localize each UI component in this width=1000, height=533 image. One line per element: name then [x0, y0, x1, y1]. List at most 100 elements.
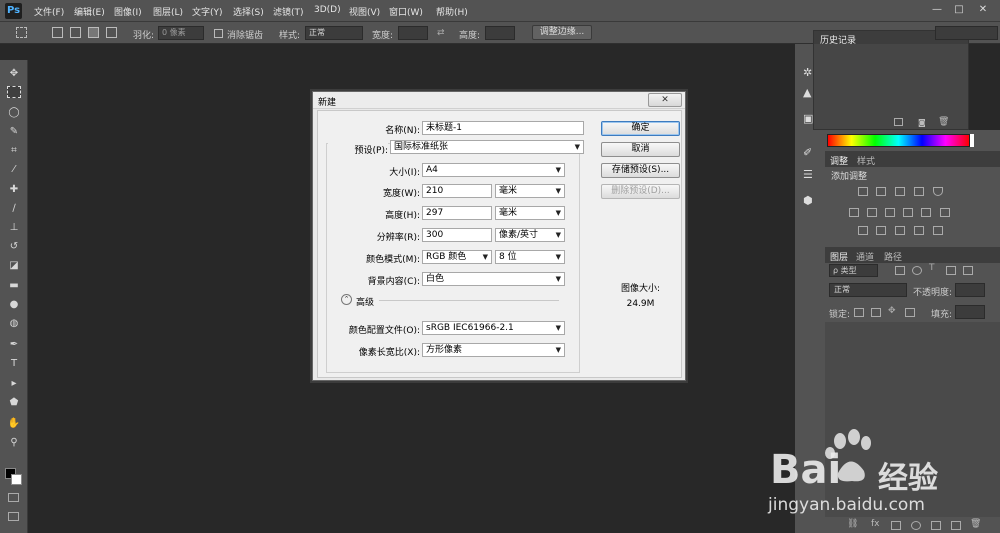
background-select[interactable]: 白色 ▼	[422, 272, 565, 286]
eraser-tool-icon[interactable]: ◪	[5, 258, 23, 274]
menu-3d[interactable]: 3D(D)	[314, 5, 341, 15]
threshold-icon[interactable]	[895, 226, 905, 235]
brush-panel-icon[interactable]: ✐	[803, 146, 812, 159]
refine-edge-button[interactable]: 调整边缘...	[532, 25, 592, 40]
filter-type-icon[interactable]: T	[929, 263, 935, 273]
gradient-tool-icon[interactable]: ▬	[5, 278, 23, 294]
brush-presets-icon[interactable]: ☰	[803, 168, 813, 181]
brush-tool-icon[interactable]: ∕	[5, 201, 23, 217]
pixel-aspect-select[interactable]: 方形像素 ▼	[422, 343, 565, 357]
hue-saturation-icon[interactable]	[849, 208, 859, 217]
snapshot-icon[interactable]: ◙	[918, 118, 926, 127]
history-brush-tool-icon[interactable]: ↺	[5, 239, 23, 255]
tab-channels[interactable]: 通道	[856, 250, 874, 263]
fill-input[interactable]	[955, 305, 985, 319]
menu-help[interactable]: 帮助(H)	[436, 5, 468, 18]
white-swatch[interactable]	[970, 134, 974, 147]
color-spectrum[interactable]	[827, 134, 970, 147]
tab-layers[interactable]: 图层	[830, 250, 848, 263]
menu-type[interactable]: 文字(Y)	[192, 5, 223, 18]
height-input[interactable]	[485, 26, 515, 40]
clone-stamp-tool-icon[interactable]: ⊥	[5, 220, 23, 236]
antialias-checkbox[interactable]	[214, 29, 223, 38]
shape-tool-icon[interactable]: ⬟	[5, 395, 23, 411]
navigator-icon[interactable]: ✲	[803, 66, 812, 79]
menu-select[interactable]: 选择(S)	[233, 5, 264, 18]
style-select[interactable]: 正常	[305, 26, 363, 40]
menu-window[interactable]: 窗口(W)	[389, 5, 423, 18]
tab-paths[interactable]: 路径	[884, 250, 902, 263]
exposure-icon[interactable]	[914, 187, 924, 196]
hand-tool-icon[interactable]: ✋	[5, 416, 23, 432]
menu-image[interactable]: 图像(I)	[114, 5, 142, 18]
pen-tool-icon[interactable]: ✒	[5, 337, 23, 353]
healing-brush-tool-icon[interactable]: ✚	[5, 182, 23, 198]
move-tool-icon[interactable]: ✥	[5, 66, 23, 82]
crop-tool-icon[interactable]: ⌗	[5, 143, 23, 159]
close-window-button[interactable]: ✕	[976, 4, 990, 16]
filter-shape-icon[interactable]	[946, 266, 956, 275]
color-profile-select[interactable]: sRGB IEC61966-2.1 ▼	[422, 321, 565, 335]
ok-button[interactable]: 确定	[601, 121, 680, 136]
brightness-icon[interactable]	[858, 187, 868, 196]
height-unit-select[interactable]: 毫米 ▼	[495, 206, 565, 220]
color-balance-icon[interactable]	[867, 208, 877, 217]
info-icon[interactable]: ▣	[803, 112, 813, 125]
size-select[interactable]: A4 ▼	[422, 163, 565, 177]
width-input[interactable]	[398, 26, 428, 40]
feather-input[interactable]: 0 像素	[158, 26, 204, 40]
gradient-map-icon[interactable]	[933, 226, 943, 235]
color-lookup-icon[interactable]	[940, 208, 950, 217]
levels-icon[interactable]	[876, 187, 886, 196]
workspace-switcher[interactable]	[935, 26, 998, 40]
path-select-tool-icon[interactable]: ▸	[5, 376, 23, 392]
blend-mode-select[interactable]: 正常	[829, 283, 907, 297]
menu-layer[interactable]: 图层(L)	[153, 5, 183, 18]
menu-filter[interactable]: 滤镜(T)	[273, 5, 304, 18]
menu-file[interactable]: 文件(F)	[34, 5, 64, 18]
curves-icon[interactable]	[895, 187, 905, 196]
resolution-input[interactable]: 300	[422, 228, 492, 242]
eyedropper-tool-icon[interactable]: ⁄	[5, 162, 23, 178]
color-mode-select[interactable]: RGB 颜色 ▼	[422, 250, 492, 264]
screen-mode-icon[interactable]	[8, 512, 19, 521]
swap-icon[interactable]: ⇄	[437, 28, 445, 38]
lock-image-icon[interactable]	[871, 308, 881, 317]
minimize-button[interactable]: —	[930, 4, 944, 16]
vibrance-icon[interactable]	[933, 187, 943, 196]
width-input[interactable]: 210	[422, 184, 492, 198]
advanced-toggle-icon[interactable]: ⌃	[341, 294, 352, 305]
dodge-tool-icon[interactable]: ◍	[5, 316, 23, 332]
marquee-tool-preset-icon[interactable]	[16, 27, 27, 38]
tab-adjustments[interactable]: 调整	[830, 154, 848, 167]
lasso-tool-icon[interactable]: ◯	[5, 105, 23, 121]
delete-state-icon[interactable]: 🗑	[938, 117, 949, 127]
photo-filter-icon[interactable]	[903, 208, 913, 217]
type-tool-icon[interactable]: T	[5, 356, 23, 372]
lock-all-icon[interactable]	[905, 308, 915, 317]
filter-adjustment-icon[interactable]	[912, 266, 922, 275]
tab-styles[interactable]: 样式	[857, 154, 875, 167]
add-selection-icon[interactable]	[70, 27, 81, 38]
selective-color-icon[interactable]	[914, 226, 924, 235]
name-input[interactable]: 未标题-1	[422, 121, 584, 135]
new-doc-from-state-icon[interactable]	[894, 118, 903, 126]
blur-tool-icon[interactable]: ●	[5, 297, 23, 313]
histogram-icon[interactable]: ▲	[803, 86, 811, 99]
menu-view[interactable]: 视图(V)	[349, 5, 380, 18]
dialog-close-button[interactable]: ✕	[648, 93, 682, 107]
menu-edit[interactable]: 编辑(E)	[74, 5, 105, 18]
quick-mask-icon[interactable]	[8, 493, 19, 502]
subtract-selection-icon[interactable]	[88, 27, 99, 38]
filter-smart-icon[interactable]	[963, 266, 973, 275]
preset-select[interactable]: 国际标准纸张 ▼	[390, 140, 584, 154]
new-selection-icon[interactable]	[52, 27, 63, 38]
history-tab[interactable]: 历史记录	[820, 33, 856, 46]
posterize-icon[interactable]	[876, 226, 886, 235]
marquee-tool-icon[interactable]	[7, 86, 21, 98]
intersect-selection-icon[interactable]	[106, 27, 117, 38]
filter-pixel-icon[interactable]	[895, 266, 905, 275]
delete-preset-button[interactable]: 删除预设(D)...	[601, 184, 680, 199]
maximize-button[interactable]: □	[952, 4, 966, 16]
save-preset-button[interactable]: 存储预设(S)...	[601, 163, 680, 178]
